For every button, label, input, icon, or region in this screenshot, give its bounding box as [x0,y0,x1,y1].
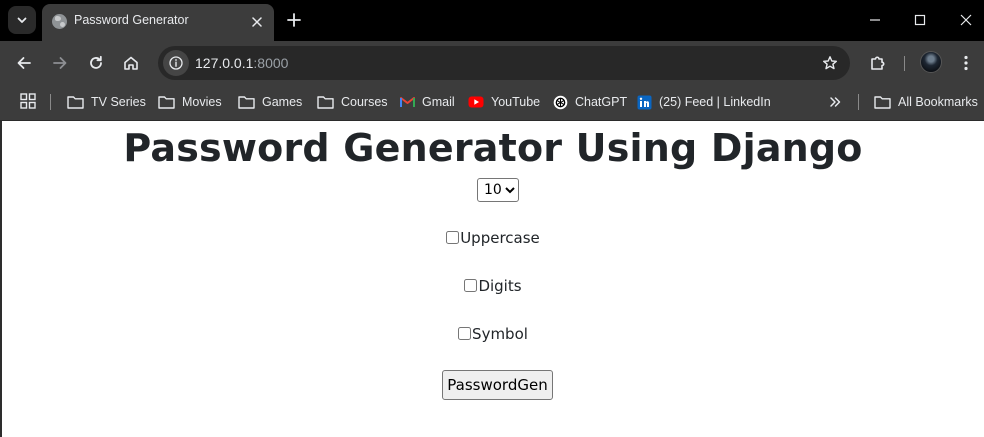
more-vertical-icon [964,55,968,71]
gmail-icon [400,97,415,107]
chatgpt-icon [553,95,568,109]
bookmark-label: Gmail [422,95,455,109]
digits-option[interactable]: Digits [2,277,984,295]
close-icon [960,14,972,26]
youtube-icon [468,96,484,108]
browser-tab-strip: Password Generator [0,0,984,41]
password-length-select[interactable]: 10 [477,178,519,202]
info-icon [169,56,183,70]
bookmark-label: Games [262,95,303,109]
back-button[interactable] [8,47,40,79]
window-close-button[interactable] [943,0,984,40]
bookmarks-divider [858,94,859,110]
digits-label: Digits [478,277,522,295]
bookmark-courses[interactable]: Courses [317,90,388,114]
page-viewport: Password Generator Using Django 10 Upper… [0,121,984,437]
puzzle-icon [871,56,885,70]
bookmark-label: YouTube [491,95,541,109]
folder-icon [67,96,84,109]
forward-button[interactable] [44,47,76,79]
minimize-icon [870,19,880,21]
bookmark-chatgpt[interactable]: ChatGPT [553,90,627,114]
url-port: :8000 [253,55,289,71]
bookmark-tv-series[interactable]: TV Series [67,90,146,114]
new-tab-button[interactable] [282,7,306,33]
chevron-down-icon [17,17,27,23]
all-bookmarks-button[interactable]: All Bookmarks [874,90,978,114]
all-bookmarks-label: All Bookmarks [898,95,978,109]
folder-icon [158,96,175,109]
bookmarks-bar: TV Series Movies Games Courses Gmail You… [0,85,984,121]
bookmark-movies[interactable]: Movies [158,90,222,114]
bookmarks-divider [50,94,51,110]
bookmark-star-button[interactable] [820,53,840,73]
folder-icon [874,96,891,109]
bookmark-label: TV Series [91,95,146,109]
bookmark-label: (25) Feed | LinkedIn [659,95,771,109]
bookmark-label: Courses [341,95,388,109]
symbol-checkbox[interactable] [458,326,472,340]
folder-icon [317,96,334,109]
uppercase-checkbox[interactable] [446,230,460,244]
linkedin-icon [637,95,652,109]
reload-icon [90,55,102,69]
uppercase-label: Uppercase [460,229,540,247]
bookmark-label: ChatGPT [575,95,628,109]
home-button[interactable] [115,47,147,79]
folder-icon [238,96,255,109]
chevron-double-right-icon [830,97,841,107]
browser-menu-button[interactable] [950,47,982,79]
bookmark-gmail[interactable]: Gmail [400,90,455,114]
tab-close-button[interactable] [248,13,266,31]
tab-search-button[interactable] [8,6,36,34]
bookmark-youtube[interactable]: YouTube [468,90,540,114]
home-icon [124,56,138,70]
address-url[interactable]: 127.0.0.1:8000 [195,55,288,71]
apps-grid-icon[interactable] [20,93,36,109]
browser-toolbar: 127.0.0.1:8000 [0,41,984,85]
browser-tab-active[interactable]: Password Generator [42,4,274,41]
profile-avatar[interactable] [920,51,942,73]
close-icon [252,17,262,27]
bookmark-games[interactable]: Games [238,90,302,114]
tab-title: Password Generator [74,13,189,27]
password-gen-button[interactable]: PasswordGen [442,370,553,400]
plus-icon [287,13,301,27]
digits-checkbox[interactable] [464,278,478,292]
reload-button[interactable] [80,47,112,79]
bookmark-linkedin[interactable]: (25) Feed | LinkedIn [637,90,771,114]
url-host: 127.0.0.1 [195,55,254,71]
bookmark-label: Movies [182,95,222,109]
maximize-icon [914,14,926,26]
maximize-button[interactable] [897,0,943,40]
toolbar-divider [904,56,905,71]
arrow-right-icon [53,57,67,69]
bookmarks-overflow-button[interactable] [826,92,844,112]
minimize-button[interactable] [852,0,898,40]
extensions-button[interactable] [862,47,894,79]
site-info-button[interactable] [163,50,189,76]
page-title: Password Generator Using Django [123,126,863,170]
arrow-left-icon [17,57,31,69]
uppercase-option[interactable]: Uppercase [2,229,984,247]
symbol-label: Symbol [472,325,528,343]
star-icon [823,56,837,70]
symbol-option[interactable]: Symbol [2,325,984,343]
address-bar[interactable]: 127.0.0.1:8000 [158,46,850,80]
globe-icon [52,14,67,29]
